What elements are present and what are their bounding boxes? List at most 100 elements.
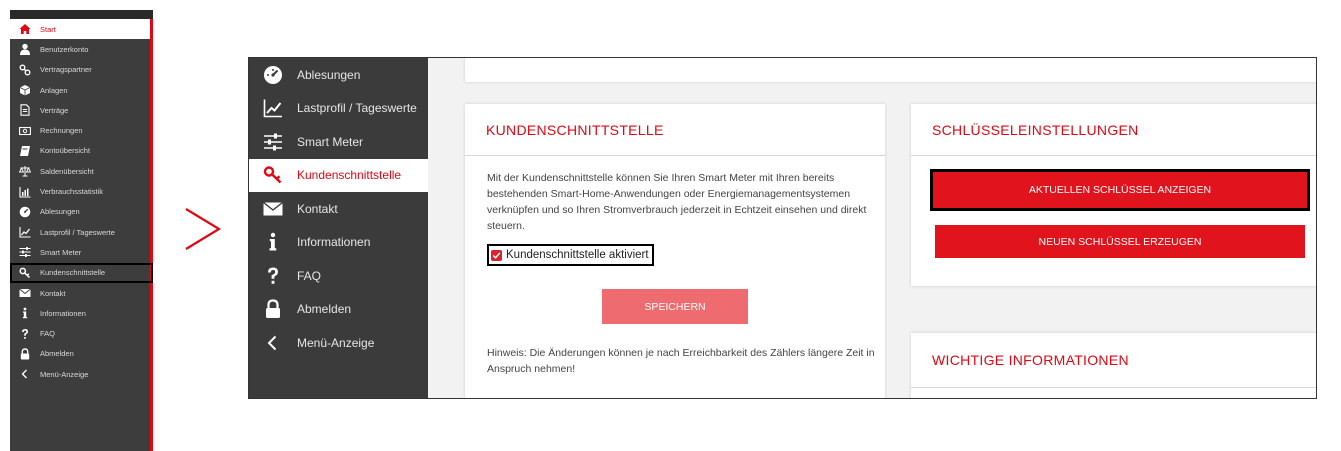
sidebar-item-ablesungen[interactable]: Ablesungen (249, 58, 428, 92)
question-icon (18, 328, 32, 340)
mini-sidebar-label: Informationen (40, 308, 86, 318)
sidebar-item-label: Kundenschnittstelle (297, 168, 402, 183)
mini-sidebar-item-kontakt[interactable]: Kontakt (10, 283, 153, 303)
mini-sidebar-label: Kundenschnittstelle (40, 268, 106, 278)
mini-sidebar-label: Rechnungen (40, 126, 83, 136)
sidebar-item-label: Ablesungen (297, 67, 361, 82)
line-chart-icon (18, 226, 32, 238)
home-icon (18, 23, 32, 35)
sidebar-item-kontakt[interactable]: Kontakt (249, 192, 428, 226)
link-icon (18, 64, 32, 76)
document-icon (18, 104, 32, 117)
mini-sidebar: Start Benutzerkonto Vertragspartner Anla… (10, 10, 153, 451)
sliders-icon (261, 132, 285, 152)
sidebar-item-label: Kontakt (297, 201, 338, 216)
mini-sidebar-item-verbrauchsstatistik[interactable]: Verbrauchsstatistik (10, 181, 153, 201)
mini-sidebar-label: Menü-Anzeige (40, 369, 89, 379)
sidebar-item-menue-anzeige[interactable]: Menü-Anzeige (249, 326, 428, 360)
mini-sidebar-item-start[interactable]: Start (10, 19, 150, 40)
mini-sidebar-item-lastprofil[interactable]: Lastprofil / Tageswerte (10, 222, 153, 242)
key-icon (18, 267, 32, 279)
user-icon (18, 43, 32, 56)
mini-sidebar-label: FAQ (40, 329, 56, 339)
mini-sidebar-label: Anlagen (40, 85, 68, 95)
mini-sidebar-label: Kontoübersicht (40, 146, 91, 156)
mini-sidebar-label: Ablesungen (40, 207, 80, 217)
generate-key-button[interactable]: NEUEN SCHLÜSSEL ERZEUGEN (935, 225, 1305, 258)
save-button[interactable]: SPEICHERN (602, 289, 748, 324)
kundenschnittstelle-card: KUNDENSCHNITTSTELLE Mit der Kundenschnit… (465, 104, 885, 398)
mini-sidebar-item-faq[interactable]: FAQ (10, 323, 153, 343)
cube-icon (18, 84, 32, 96)
mini-sidebar-label: Saldenübersicht (40, 166, 94, 176)
checkbox-checked-icon (491, 249, 502, 261)
line-chart-icon (261, 98, 285, 118)
sliders-icon (18, 246, 32, 258)
mini-sidebar-label: Smart Meter (40, 247, 82, 257)
sidebar-item-label: Smart Meter (297, 134, 364, 149)
mini-sidebar-label: Start (40, 24, 56, 34)
sidebar-item-label: Lastprofil / Tageswerte (297, 101, 417, 116)
book-icon (18, 145, 32, 157)
bar-chart-icon (18, 186, 32, 198)
envelope-icon (261, 199, 285, 219)
sidebar-item-informationen[interactable]: Informationen (249, 226, 428, 260)
sidebar-item-lastprofil[interactable]: Lastprofil / Tageswerte (249, 92, 428, 126)
info-icon (261, 232, 285, 252)
sidebar-item-abmelden[interactable]: Abmelden (249, 293, 428, 327)
mini-sidebar-item-ablesungen[interactable]: Ablesungen (10, 202, 153, 222)
banknote-icon (18, 125, 32, 137)
hint-text: Hinweis: Die Änderungen können je nach E… (487, 347, 875, 375)
mini-sidebar-item-benutzerkonto[interactable]: Benutzerkonto (10, 39, 153, 59)
mini-sidebar-item-menue-anzeige[interactable]: Menü-Anzeige (10, 364, 153, 384)
mini-sidebar-item-vertraege[interactable]: Verträge (10, 100, 153, 120)
info-icon (18, 307, 32, 319)
top-card (465, 58, 1316, 82)
key-icon (261, 165, 285, 185)
sidebar-item-kundenschnittstelle[interactable]: Kundenschnittstelle (249, 158, 428, 192)
chevron-left-icon (18, 368, 32, 380)
mini-sidebar-label: Benutzerkonto (40, 44, 89, 54)
question-icon (261, 266, 285, 286)
mini-sidebar-item-informationen[interactable]: Informationen (10, 303, 153, 323)
lock-icon (261, 299, 285, 319)
mini-sidebar-item-anlagen[interactable]: Anlagen (10, 80, 153, 100)
mini-sidebar-item-kundenschnittstelle[interactable]: Kundenschnittstelle (10, 262, 153, 283)
sidebar-item-label: Menü-Anzeige (297, 335, 375, 350)
gauge-icon (261, 65, 285, 85)
sidebar: Ablesungen Lastprofil / Tageswerte Smart… (249, 58, 428, 398)
lock-icon (18, 348, 32, 360)
card-title: KUNDENSCHNITTSTELLE (465, 104, 885, 156)
sidebar-item-label: FAQ (297, 268, 322, 283)
mini-sidebar-item-rechnungen[interactable]: Rechnungen (10, 120, 153, 140)
show-key-button[interactable]: AKTUELLEN SCHLÜSSEL ANZEIGEN (930, 169, 1310, 211)
mini-sidebar-item-kontouebersicht[interactable]: Kontoübersicht (10, 141, 153, 161)
chevron-left-icon (261, 333, 285, 353)
sidebar-item-label: Informationen (297, 235, 371, 250)
wichtige-informationen-card: WICHTIGE INFORMATIONEN (911, 333, 1316, 398)
card-title: WICHTIGE INFORMATIONEN (911, 333, 1316, 388)
schluessel-card: SCHLÜSSELEINSTELLUNGEN AKTUELLEN SCHLÜSS… (911, 104, 1316, 286)
mini-sidebar-item-smart-meter[interactable]: Smart Meter (10, 242, 153, 262)
checkbox-label: Kundenschnittstelle aktiviert (506, 249, 649, 261)
mini-sidebar-label: Abmelden (40, 349, 74, 359)
mini-sidebar-label: Lastprofil / Tageswerte (40, 227, 115, 237)
sidebar-item-smart-meter[interactable]: Smart Meter (249, 125, 428, 159)
pointer-arrow-icon (185, 208, 222, 250)
kundenschnittstelle-checkbox[interactable]: Kundenschnittstelle aktiviert (487, 244, 654, 266)
mini-sidebar-topbar (10, 10, 153, 19)
envelope-icon (18, 287, 32, 299)
gauge-icon (18, 206, 32, 218)
mini-sidebar-item-saldenuebersicht[interactable]: Saldenübersicht (10, 161, 153, 181)
mini-sidebar-item-abmelden[interactable]: Abmelden (10, 344, 153, 364)
mini-sidebar-label: Verträge (40, 105, 69, 115)
card-description: Mit der Kundenschnittstelle können Sie I… (487, 172, 867, 232)
mini-sidebar-label: Kontakt (40, 288, 66, 298)
mini-sidebar-item-vertragspartner[interactable]: Vertragspartner (10, 60, 153, 80)
scale-icon (18, 165, 32, 177)
card-title: SCHLÜSSELEINSTELLUNGEN (911, 104, 1316, 156)
mini-sidebar-label: Verbrauchsstatistik (40, 187, 103, 197)
mini-sidebar-label: Vertragspartner (40, 65, 92, 75)
sidebar-item-faq[interactable]: FAQ (249, 259, 428, 293)
zoomed-screenshot: Ablesungen Lastprofil / Tageswerte Smart… (248, 57, 1317, 399)
